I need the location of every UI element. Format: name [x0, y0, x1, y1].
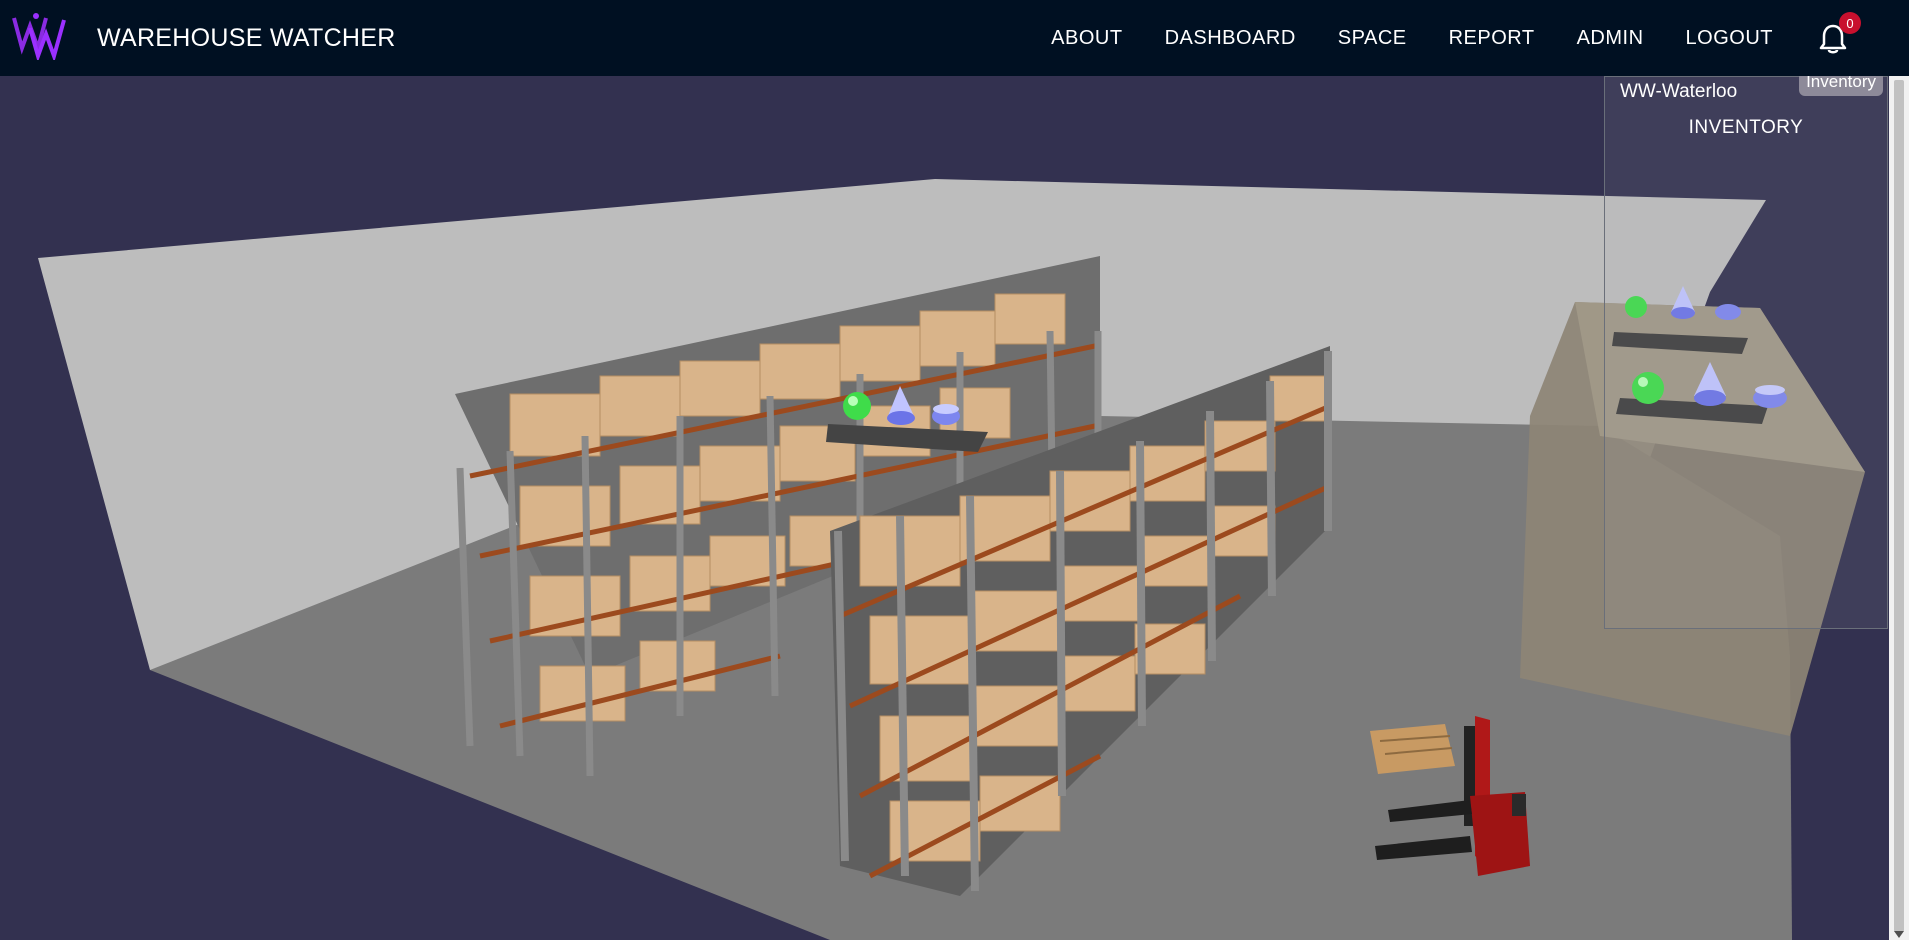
- app-title[interactable]: WAREHOUSE WATCHER: [97, 24, 396, 53]
- ww-logo-icon[interactable]: [12, 10, 70, 60]
- nav-logout[interactable]: LOGOUT: [1686, 27, 1773, 50]
- nav-report[interactable]: REPORT: [1449, 27, 1535, 50]
- nav-about[interactable]: ABOUT: [1051, 27, 1122, 50]
- nav-dashboard[interactable]: DASHBOARD: [1165, 27, 1296, 50]
- notification-count-badge: 0: [1839, 12, 1861, 34]
- inventory-panel: WW-Waterloo Inventory INVENTORY: [1604, 69, 1888, 629]
- scrollbar-thumb[interactable]: [1894, 80, 1904, 932]
- nav-admin[interactable]: ADMIN: [1577, 27, 1644, 50]
- inventory-heading: INVENTORY: [1688, 117, 1804, 138]
- scroll-down-icon[interactable]: [1894, 931, 1904, 938]
- page-scrollbar[interactable]: [1889, 76, 1909, 940]
- warehouse-name: WW-Waterloo: [1620, 81, 1738, 102]
- notifications-button[interactable]: 0: [1815, 12, 1861, 56]
- main-nav: ABOUT DASHBOARD SPACE REPORT ADMIN LOGOU…: [1051, 0, 1909, 76]
- top-navbar: WAREHOUSE WATCHER ABOUT DASHBOARD SPACE …: [0, 0, 1909, 76]
- nav-space[interactable]: SPACE: [1338, 27, 1407, 50]
